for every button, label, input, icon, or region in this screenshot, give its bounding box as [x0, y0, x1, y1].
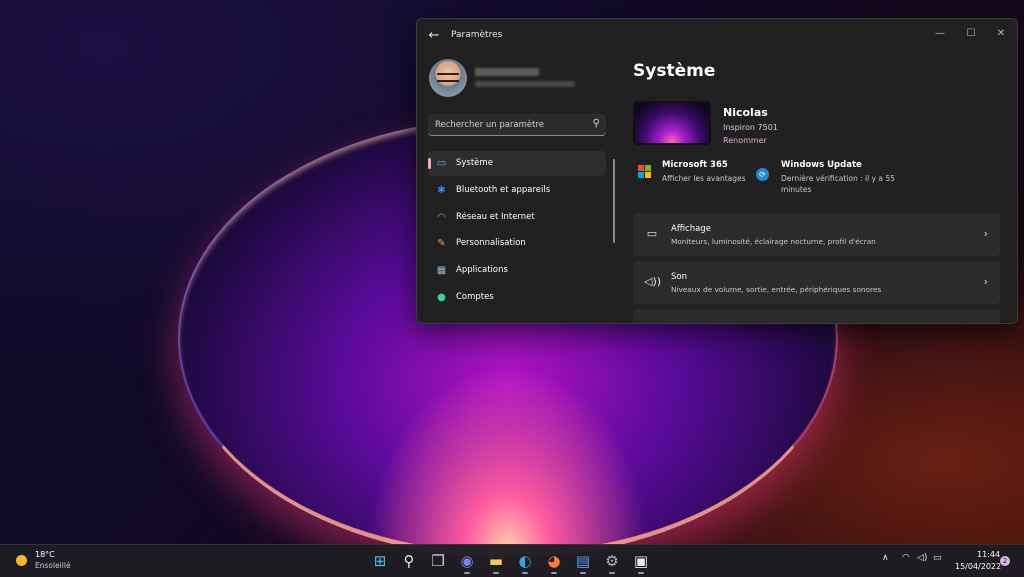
wifi-icon: ◠ [437, 211, 446, 223]
microsoft-365-subtitle: Afficher les avantages [662, 174, 746, 183]
sidebar-item-3[interactable]: ✎ Personnalisation [428, 231, 606, 256]
title-bar: ← Paramètres — ☐ ✕ [417, 19, 1017, 53]
next-settings-card[interactable] [633, 309, 1000, 323]
task-view-icon[interactable]: ❐ [428, 551, 448, 571]
rename-link[interactable]: Renommer [723, 136, 767, 145]
sidebar-item-0[interactable]: ▭ Système [428, 151, 606, 176]
search-icon[interactable]: ⚲ [593, 118, 600, 129]
account-icon: ● [437, 291, 446, 303]
battery-icon[interactable]: ▭ [933, 553, 942, 563]
notepad-icon[interactable]: ▤ [573, 551, 593, 574]
notification-badge[interactable]: 2 [1000, 556, 1010, 566]
sidebar-item-label: Applications [456, 265, 508, 276]
display-icon: ▭ [646, 227, 658, 240]
sidebar-item-label: Comptes [456, 291, 494, 302]
sidebar-item-label: Système [456, 158, 493, 168]
sidebar-item-label: Bluetooth et appareils [456, 184, 551, 195]
file-explorer-icon[interactable]: ▬ [486, 551, 506, 574]
speaker-icon: ◁)) [644, 275, 662, 288]
firefox-icon[interactable]: ◕ [544, 551, 564, 574]
back-arrow-icon[interactable]: ← [425, 27, 443, 45]
maximize-button[interactable]: ☐ [956, 23, 986, 45]
device-name: Nicolas [723, 106, 768, 119]
device-model: Inspiron 7501 [723, 123, 778, 132]
sidebar-scrollbar[interactable] [613, 159, 615, 243]
chevron-right-icon: › [983, 227, 988, 240]
sidebar-item-4[interactable]: ▦ Applications [428, 258, 606, 283]
window-title: Paramètres [451, 30, 503, 40]
settings-icon[interactable]: ⚙ [602, 551, 622, 574]
sound-settings-card[interactable]: ◁)) Son Niveaux de volume, sortie, entré… [633, 261, 1000, 304]
microsoft-365-title[interactable]: Microsoft 365 [662, 160, 728, 170]
clock-date[interactable]: 15/04/2022 [955, 562, 1001, 571]
windows-update-title[interactable]: Windows Update [781, 160, 862, 170]
close-button[interactable]: ✕ [986, 23, 1016, 45]
device-wallpaper-thumbnail [633, 101, 711, 145]
windows-update-subtitle: Dernière vérification : il y a 55 minute… [781, 174, 895, 194]
search-input[interactable]: Rechercher un paramètre ⚲ [428, 114, 606, 136]
blurred-account-name [475, 68, 539, 76]
display-settings-card[interactable]: ▭ Affichage Moniteurs, luminosité, éclai… [633, 213, 1000, 256]
volume-icon[interactable]: ◁) [917, 553, 927, 563]
sidebar-item-label: Réseau et Internet [456, 211, 535, 222]
edge-icon[interactable]: ◐ [515, 551, 535, 574]
search-placeholder: Rechercher un paramètre [435, 120, 545, 130]
card-title: Affichage [671, 224, 711, 234]
settings-window: ← Paramètres — ☐ ✕ Rechercher un paramèt… [416, 18, 1018, 324]
card-title: Son [671, 272, 687, 282]
card-subtitle: Niveaux de volume, sortie, entrée, périp… [671, 285, 882, 294]
page-title: Système [633, 61, 716, 81]
teams-chat-icon[interactable]: ◉ [457, 551, 477, 574]
taskbar: 18°C Ensoleillé ⊞ ⚲ ❐ ◉ ▬ ◐ ◕ ▤ ⚙ ▣ ∧ ◠ ◁) ▭ 11:4… [0, 544, 1024, 577]
blurred-account-email [475, 81, 575, 87]
apps-icon: ▦ [436, 265, 447, 277]
windows-update-icon: ⟳ [756, 168, 769, 181]
weather-description[interactable]: Ensoleillé [35, 561, 71, 570]
sidebar-item-5[interactable]: ● Comptes [428, 285, 606, 310]
bluetooth-icon: ✱ [437, 184, 446, 196]
weather-temperature[interactable]: 18°C [35, 550, 55, 559]
avatar[interactable] [429, 59, 467, 97]
minimize-button[interactable]: — [925, 23, 955, 45]
system-icon: ▭ [436, 158, 447, 169]
chevron-right-icon: › [983, 275, 988, 288]
sidebar-item-label: Personnalisation [456, 238, 526, 249]
microsoft-logo-icon [638, 165, 651, 178]
card-subtitle: Moniteurs, luminosité, éclairage nocturn… [671, 237, 876, 246]
sidebar-item-1[interactable]: ✱ Bluetooth et appareils [428, 178, 606, 203]
store-icon[interactable]: ▣ [631, 551, 651, 574]
sidebar-item-2[interactable]: ◠ Réseau et Internet [428, 205, 606, 230]
sidebar-nav: ▭ Système ✱ Bluetooth et appareils ◠ Réseau e… [428, 151, 606, 312]
wifi-icon[interactable]: ◠ [902, 553, 910, 563]
search-icon[interactable]: ⚲ [399, 551, 419, 571]
brush-icon: ✎ [437, 238, 446, 250]
sun-icon[interactable] [16, 555, 27, 566]
chevron-up-icon[interactable]: ∧ [882, 553, 889, 563]
clock-time[interactable]: 11:44 [977, 550, 1000, 559]
start-icon[interactable]: ⊞ [370, 551, 390, 571]
